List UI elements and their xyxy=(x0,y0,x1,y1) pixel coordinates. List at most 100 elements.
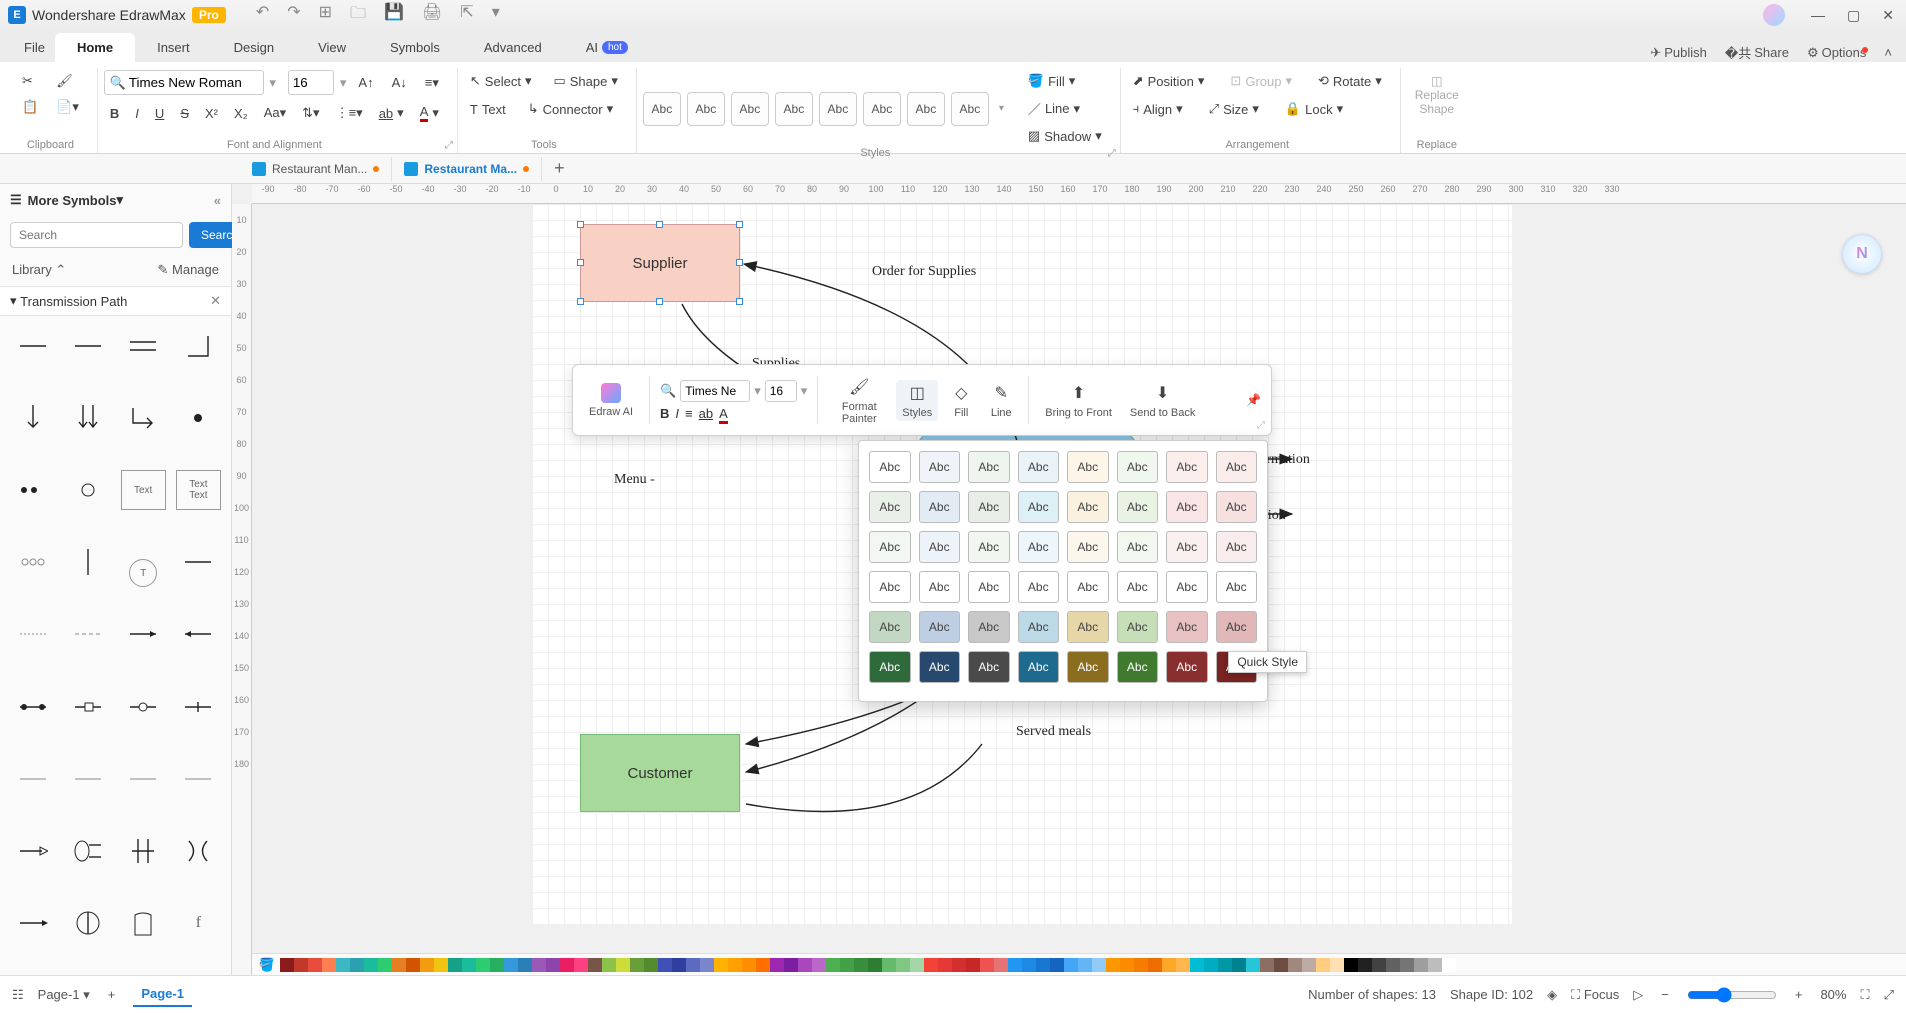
color-swatch[interactable] xyxy=(1106,958,1120,972)
font-color-icon[interactable]: A▾ xyxy=(414,101,445,125)
color-swatch[interactable] xyxy=(1134,958,1148,972)
style-cell[interactable]: Abc xyxy=(968,451,1010,483)
color-swatch[interactable] xyxy=(980,958,994,972)
edraw-ai-button[interactable]: Edraw AI xyxy=(583,381,639,420)
style-cell[interactable]: Abc xyxy=(1018,491,1060,523)
color-swatch[interactable] xyxy=(1064,958,1078,972)
style-cell[interactable]: Abc xyxy=(919,611,961,643)
color-swatch[interactable] xyxy=(896,958,910,972)
color-swatch[interactable] xyxy=(1302,958,1316,972)
dialog-launcher-icon[interactable]: ⤢ xyxy=(1108,148,1116,159)
style-cell[interactable]: Abc xyxy=(1018,571,1060,603)
color-swatch[interactable] xyxy=(812,958,826,972)
symbol-item[interactable] xyxy=(176,687,221,727)
style-cell[interactable]: Abc xyxy=(968,531,1010,563)
tab-advanced[interactable]: Advanced xyxy=(462,33,564,62)
color-swatch[interactable] xyxy=(1204,958,1218,972)
rotate-dropdown[interactable]: ⟲ Rotate ▾ xyxy=(1312,70,1388,92)
style-cell[interactable]: Abc xyxy=(1067,611,1109,643)
style-cell[interactable]: Abc xyxy=(919,651,961,683)
symbol-item[interactable]: Text Text xyxy=(176,470,221,510)
line-button[interactable]: ✎Line xyxy=(984,380,1018,421)
presentation-icon[interactable]: ▷ xyxy=(1633,987,1643,1003)
redo-icon[interactable]: ↷ xyxy=(287,2,300,29)
paint-bucket-icon[interactable]: 🪣 xyxy=(258,957,276,973)
color-swatch[interactable] xyxy=(476,958,490,972)
style-cell[interactable]: Abc xyxy=(1216,531,1258,563)
color-swatch[interactable] xyxy=(1372,958,1386,972)
layers-icon[interactable]: ◈ xyxy=(1547,987,1557,1003)
symbol-item[interactable] xyxy=(10,903,55,943)
tab-symbols[interactable]: Symbols xyxy=(368,33,462,62)
highlight-icon[interactable]: ab xyxy=(699,406,713,421)
style-cell[interactable]: Abc xyxy=(1018,611,1060,643)
symbol-item[interactable] xyxy=(65,326,110,366)
color-swatch[interactable] xyxy=(350,958,364,972)
font-family-select[interactable] xyxy=(104,70,264,95)
symbol-item[interactable]: Text xyxy=(121,470,166,510)
symbol-item[interactable] xyxy=(176,326,221,366)
close-panel-icon[interactable]: ✕ xyxy=(210,293,221,309)
size-dropdown[interactable]: ⤢ Size ▾ xyxy=(1203,98,1265,120)
symbol-item[interactable] xyxy=(65,542,110,582)
color-swatch[interactable] xyxy=(784,958,798,972)
style-cell[interactable]: Abc xyxy=(968,491,1010,523)
color-swatch[interactable] xyxy=(1442,958,1456,972)
color-swatch[interactable] xyxy=(406,958,420,972)
symbol-item[interactable] xyxy=(10,831,55,871)
color-swatch[interactable] xyxy=(1358,958,1372,972)
color-swatch[interactable] xyxy=(532,958,546,972)
manage-library-button[interactable]: ✎ Manage xyxy=(158,262,220,278)
color-swatch[interactable] xyxy=(434,958,448,972)
styles-button[interactable]: ◫Styles xyxy=(896,380,938,421)
color-swatch[interactable] xyxy=(952,958,966,972)
share-button[interactable]: �共 Share xyxy=(1725,43,1789,62)
collapse-ribbon-icon[interactable]: ˄ xyxy=(1884,45,1892,60)
style-cell[interactable]: Abc xyxy=(1067,491,1109,523)
color-swatch[interactable] xyxy=(756,958,770,972)
list-icon[interactable]: ⋮≡▾ xyxy=(330,102,369,124)
color-swatch[interactable] xyxy=(448,958,462,972)
float-font-family[interactable] xyxy=(680,380,750,402)
color-swatch[interactable] xyxy=(630,958,644,972)
color-swatch[interactable] xyxy=(1092,958,1106,972)
format-painter-button[interactable]: 🖌Format Painter xyxy=(828,374,890,427)
save-icon[interactable]: 💾 xyxy=(384,2,404,29)
lock-dropdown[interactable]: 🔒 Lock ▾ xyxy=(1279,98,1349,120)
style-cell[interactable]: Abc xyxy=(968,651,1010,683)
color-swatch[interactable] xyxy=(490,958,504,972)
style-cell[interactable]: Abc xyxy=(1117,651,1159,683)
style-cell[interactable]: Abc xyxy=(1166,451,1208,483)
format-painter-icon[interactable]: 🖌 xyxy=(50,70,85,92)
zoom-in-button[interactable]: + xyxy=(1791,985,1807,1004)
more-symbols-header[interactable]: ☰ More Symbols▾ « xyxy=(0,184,231,216)
color-swatch[interactable] xyxy=(546,958,560,972)
color-swatch[interactable] xyxy=(1120,958,1134,972)
close-button[interactable]: ✕ xyxy=(1878,7,1898,24)
style-cell[interactable]: Abc xyxy=(1067,531,1109,563)
style-cell[interactable]: Abc xyxy=(1018,531,1060,563)
subscript-icon[interactable]: X₂ xyxy=(228,103,254,124)
page-select[interactable]: Page-1 ▾ xyxy=(38,987,90,1003)
color-swatch[interactable] xyxy=(574,958,588,972)
style-gallery[interactable]: Abc Abc Abc Abc Abc Abc Abc Abc xyxy=(643,92,989,126)
user-avatar-icon[interactable] xyxy=(1763,4,1785,26)
undo-icon[interactable]: ↶ xyxy=(256,2,269,29)
color-swatch[interactable] xyxy=(658,958,672,972)
color-swatch[interactable] xyxy=(1148,958,1162,972)
color-swatch[interactable] xyxy=(1344,958,1358,972)
style-cell[interactable]: Abc xyxy=(968,571,1010,603)
pages-icon[interactable]: ☷ xyxy=(12,987,24,1003)
color-swatch[interactable] xyxy=(392,958,406,972)
color-swatch[interactable] xyxy=(518,958,532,972)
tab-design[interactable]: Design xyxy=(212,33,296,62)
symbol-item[interactable] xyxy=(10,687,55,727)
tab-ai[interactable]: AIhot xyxy=(564,33,650,62)
bring-front-button[interactable]: ⬆Bring to Front xyxy=(1039,380,1118,421)
color-swatch[interactable] xyxy=(1022,958,1036,972)
color-swatch[interactable] xyxy=(938,958,952,972)
color-swatch[interactable] xyxy=(1050,958,1064,972)
style-cell[interactable]: Abc xyxy=(869,491,911,523)
style-cell[interactable]: Abc xyxy=(919,531,961,563)
cut-icon[interactable]: ✂ xyxy=(16,70,44,92)
